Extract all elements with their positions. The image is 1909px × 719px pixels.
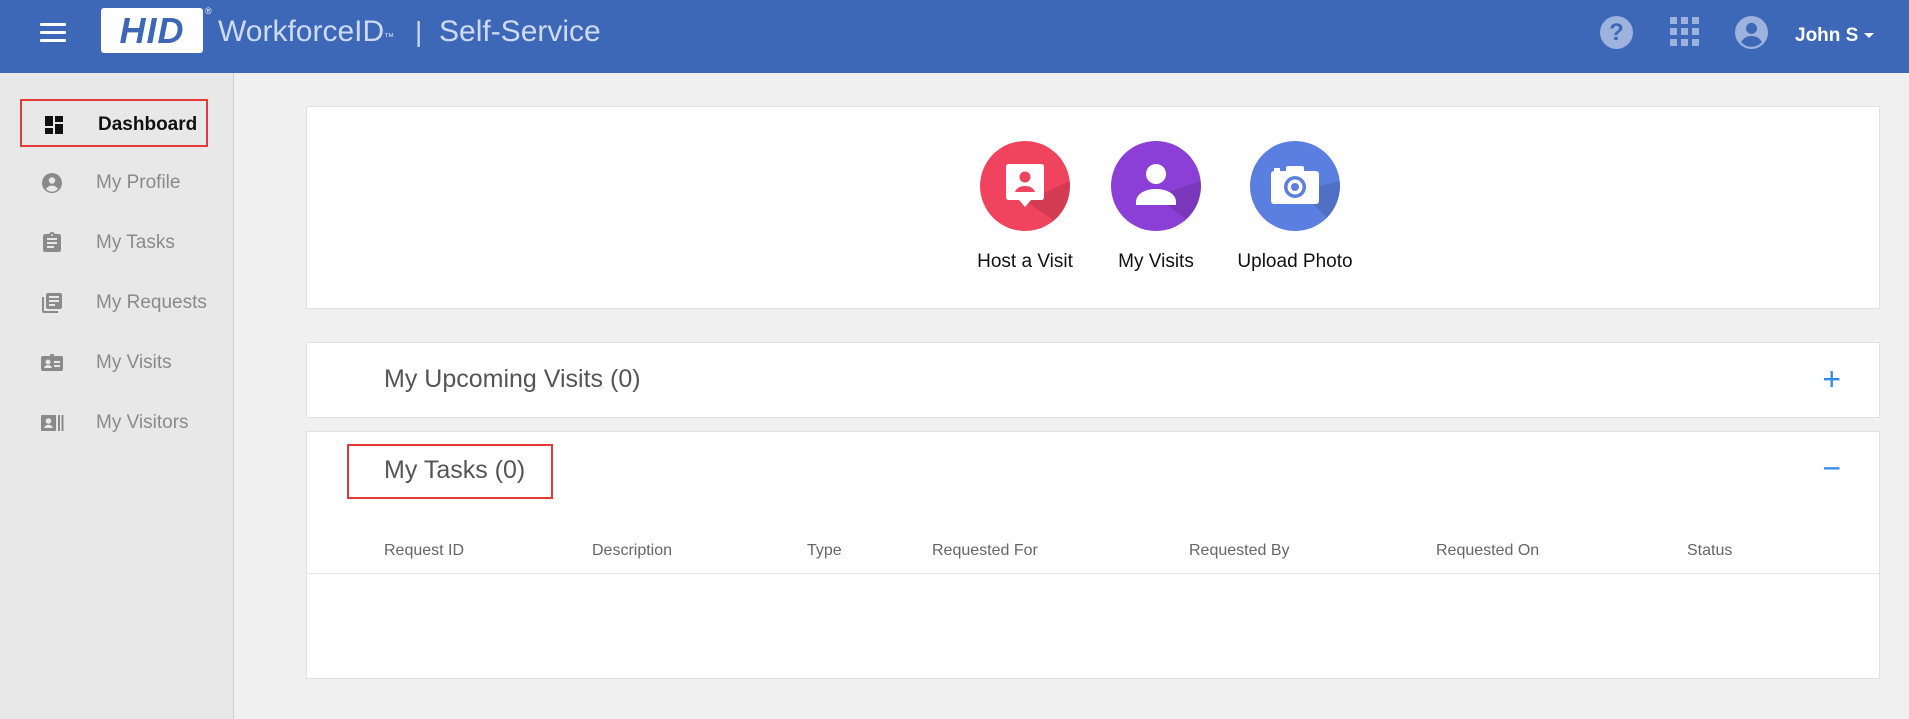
library-books-icon <box>42 293 62 313</box>
collapse-icon[interactable]: − <box>1822 452 1841 484</box>
hid-logo[interactable]: HID <box>101 8 203 53</box>
expand-icon[interactable]: + <box>1822 363 1841 395</box>
column-header-request-id[interactable]: Request ID <box>384 542 464 560</box>
person-icon <box>1136 164 1201 231</box>
sidebar-item-my-tasks[interactable]: My Tasks <box>20 219 208 267</box>
sidebar-item-label: My Visits <box>96 352 172 373</box>
upload-photo-button[interactable]: Upload Photo <box>1225 141 1365 273</box>
sidebar-item-dashboard[interactable]: Dashboard <box>20 99 208 147</box>
sidebar-item-label: Dashboard <box>98 114 198 135</box>
user-name: John S <box>1795 25 1859 46</box>
camera-icon <box>1271 166 1340 231</box>
sidebar-item-label: My Profile <box>96 172 181 193</box>
tasks-table-header: Request ID Description Type Requested Fo… <box>307 542 1879 574</box>
badge-icon <box>41 354 63 371</box>
contact-list-icon <box>41 415 64 431</box>
dashboard-icon <box>45 116 63 134</box>
module-name: Self-Service <box>439 15 601 48</box>
host-a-visit-button[interactable]: Host a Visit <box>955 141 1095 273</box>
upload-photo-circle <box>1250 141 1340 231</box>
upcoming-visits-title[interactable]: My Upcoming Visits (0) <box>384 365 641 394</box>
my-visits-circle <box>1111 141 1201 231</box>
my-visits-label: My Visits <box>1118 251 1194 272</box>
product-name-text: WorkforceID <box>218 15 385 48</box>
quick-actions-card: Host a Visit My Visits Upload Photo <box>306 106 1880 309</box>
title-separator: | <box>415 16 423 47</box>
sidebar-item-label: My Requests <box>96 292 207 313</box>
sidebar-item-my-visitors[interactable]: My Visitors <box>20 399 208 447</box>
trademark: ™ <box>384 32 395 43</box>
column-header-description[interactable]: Description <box>592 542 672 560</box>
sidebar-item-my-requests[interactable]: My Requests <box>20 279 208 327</box>
account-circle-icon[interactable] <box>1735 16 1768 49</box>
upcoming-visits-panel: My Upcoming Visits (0) + <box>306 342 1880 418</box>
sidebar-item-label: My Visitors <box>96 412 189 433</box>
menu-icon[interactable] <box>40 23 66 45</box>
registered-mark: ® <box>205 6 212 16</box>
host-a-visit-label: Host a Visit <box>977 251 1073 272</box>
column-header-requested-by[interactable]: Requested By <box>1189 542 1290 560</box>
clipboard-icon <box>43 232 61 252</box>
logo-text: HID <box>119 10 185 51</box>
account-circle-icon <box>42 173 62 193</box>
my-tasks-panel: My Tasks (0) − Request ID Description Ty… <box>306 431 1880 679</box>
host-visit-circle <box>980 141 1070 231</box>
product-name: WorkforceID™ <box>218 12 394 52</box>
sidebar-item-my-visits[interactable]: My Visits <box>20 339 208 387</box>
help-icon[interactable]: ? <box>1600 16 1633 49</box>
my-tasks-title[interactable]: My Tasks (0) <box>384 456 525 485</box>
user-menu[interactable]: John S <box>1795 25 1875 47</box>
sidebar-item-label: My Tasks <box>96 232 175 253</box>
upload-photo-label: Upload Photo <box>1237 251 1353 272</box>
column-header-status[interactable]: Status <box>1687 542 1732 560</box>
apps-grid-icon[interactable] <box>1670 17 1699 46</box>
top-app-bar: HID ® WorkforceID™ | Self-Service ? John… <box>0 0 1909 73</box>
column-header-type[interactable]: Type <box>807 542 842 560</box>
sidebar: Dashboard My Profile My Tasks My Request… <box>0 73 234 719</box>
chevron-down-icon <box>1864 33 1875 39</box>
sidebar-item-my-profile[interactable]: My Profile <box>20 159 208 207</box>
person-pin-icon <box>1006 164 1070 231</box>
column-header-requested-on[interactable]: Requested On <box>1436 542 1539 560</box>
column-header-requested-for[interactable]: Requested For <box>932 542 1038 560</box>
my-visits-button[interactable]: My Visits <box>1086 141 1226 273</box>
